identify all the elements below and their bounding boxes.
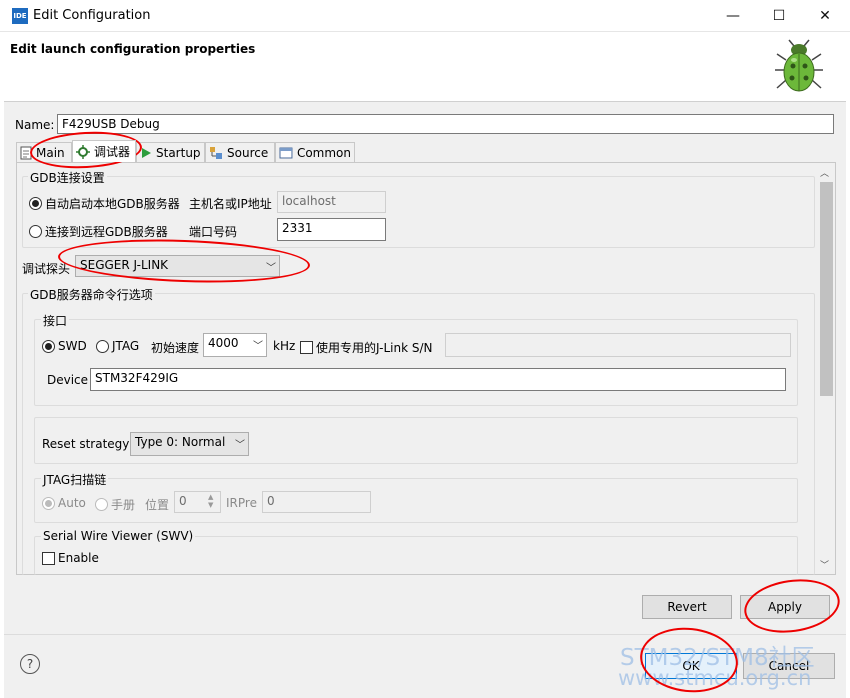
speed-unit: kHz	[273, 339, 296, 353]
source-icon	[210, 146, 222, 159]
jtag-manual-radio[interactable]: 手册	[95, 496, 135, 513]
sn-input[interactable]	[445, 333, 791, 357]
minimize-button[interactable]: —	[710, 0, 756, 32]
checkbox	[300, 341, 313, 354]
window-right-border	[846, 32, 850, 698]
radio-button	[95, 498, 108, 511]
tab-debugger-label: 调试器	[94, 145, 131, 159]
tab-source-label: Source	[227, 145, 269, 160]
jtag-chain-group-label: JTAG扫描链	[41, 471, 109, 488]
banner-title: Edit launch configuration properties	[10, 42, 256, 56]
help-icon[interactable]: ?	[20, 654, 40, 674]
radio-button	[96, 339, 109, 353]
radio-button	[29, 225, 42, 238]
maximize-button[interactable]: ☐	[756, 0, 802, 32]
speed-label: 初始速度	[151, 341, 200, 355]
debug-bug-icon	[775, 39, 823, 92]
jtag-label: JTAG	[112, 339, 140, 353]
name-input[interactable]: F429USB Debug	[57, 114, 834, 134]
swd-radio[interactable]: SWD	[42, 339, 87, 353]
host-label: 主机名或IP地址	[189, 197, 272, 211]
scroll-up-icon[interactable]: ︿	[820, 166, 829, 179]
local-gdb-radio[interactable]: 自动启动本地GDB服务器	[29, 195, 180, 212]
debugger-gear-icon	[76, 144, 90, 159]
spinner-arrows-icon[interactable]: ▲ ▼	[208, 493, 213, 509]
speed-select[interactable]: 4000 ﹀	[203, 333, 267, 357]
irpre-label: IRPre	[226, 496, 257, 510]
divider	[4, 634, 846, 635]
swv-enable-checkbox[interactable]: Enable	[42, 551, 99, 565]
chevron-down-icon: ﹀	[235, 440, 245, 451]
port-input[interactable]: 2331	[277, 218, 386, 241]
tab-debugger[interactable]: 调试器	[72, 140, 136, 162]
tab-common-label: Common	[296, 145, 351, 160]
remote-gdb-radio[interactable]: 连接到远程GDB服务器	[29, 223, 168, 240]
jtag-radio[interactable]: JTAG	[96, 339, 139, 353]
reset-strategy-select[interactable]: Type 0: Normal ﹀	[130, 432, 249, 456]
tab-common[interactable]: Common	[275, 142, 355, 162]
name-label: Name:	[15, 118, 55, 132]
radio-button-selected	[42, 496, 55, 510]
close-icon: ✕	[819, 8, 831, 24]
reset-strategy-label: Reset strategy	[42, 437, 130, 451]
swd-label: SWD	[58, 339, 87, 353]
ide-app-icon: IDE	[12, 8, 28, 24]
tab-source[interactable]: Source	[205, 142, 275, 162]
remote-gdb-label: 连接到远程GDB服务器	[45, 225, 168, 239]
position-value: 0	[179, 494, 187, 508]
radio-button-selected	[42, 339, 55, 353]
swv-group-label: Serial Wire Viewer (SWV)	[41, 529, 196, 543]
jtag-manual-label: 手册	[111, 498, 136, 512]
checkbox	[42, 551, 55, 565]
position-label: 位置	[145, 498, 170, 512]
jtag-auto-label: Auto	[58, 496, 86, 510]
dedicated-sn-checkbox[interactable]: 使用专用的J-Link S/N	[300, 339, 432, 356]
gdb-server-options-label: GDB服务器命令行选项	[28, 286, 155, 303]
tab-startup[interactable]: Startup	[136, 142, 205, 162]
speed-select-value: 4000	[208, 336, 239, 350]
local-gdb-label: 自动启动本地GDB服务器	[45, 197, 180, 211]
scrollbar-thumb[interactable]	[820, 182, 833, 396]
chevron-down-icon: ﹀	[253, 341, 263, 352]
reset-strategy-value: Type 0: Normal	[135, 435, 226, 449]
device-label: Device	[47, 373, 89, 387]
window-title: Edit Configuration	[33, 8, 151, 23]
swv-enable-label: Enable	[58, 551, 99, 565]
dedicated-sn-label: 使用专用的J-Link S/N	[316, 341, 433, 355]
position-spinner[interactable]: 0	[174, 491, 221, 513]
irpre-input[interactable]: 0	[262, 491, 371, 513]
interface-group-label: 接口	[41, 312, 70, 329]
revert-button[interactable]: Revert	[642, 595, 732, 619]
common-icon	[279, 147, 293, 158]
maximize-icon: ☐	[772, 8, 786, 24]
port-label: 端口号码	[189, 225, 238, 239]
scroll-down-icon[interactable]: ﹀	[820, 558, 829, 571]
minimize-icon: —	[726, 8, 740, 24]
jtag-auto-radio[interactable]: Auto	[42, 496, 86, 510]
gdb-connection-group-label: GDB连接设置	[28, 169, 107, 186]
radio-button-selected	[29, 197, 42, 210]
close-button[interactable]: ✕	[802, 0, 848, 32]
tab-startup-label: Startup	[156, 145, 201, 160]
host-input[interactable]: localhost	[277, 191, 386, 213]
device-input[interactable]: STM32F429IG	[90, 368, 786, 391]
